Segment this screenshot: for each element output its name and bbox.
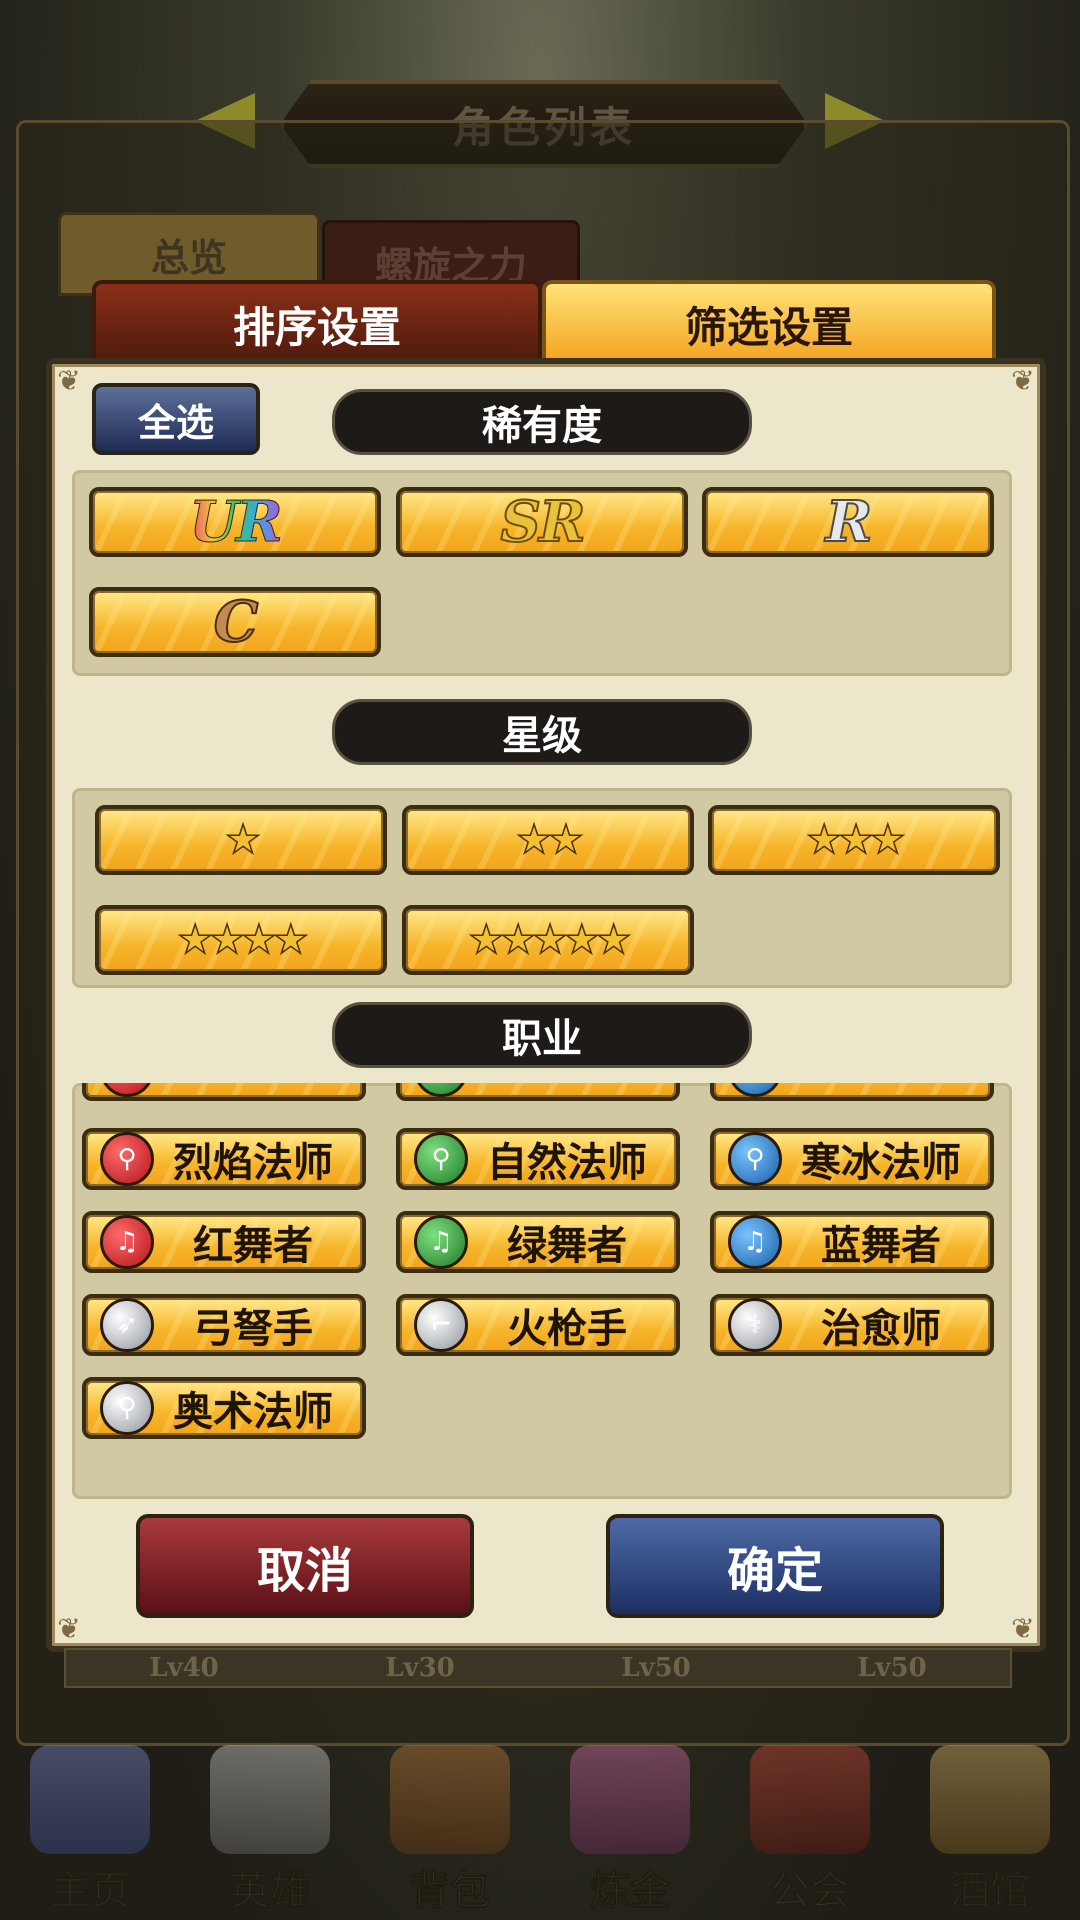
- bottom-navigation: 主页 英雄 背包 炼金 公会 酒馆: [0, 1745, 1080, 1920]
- beer-mug-icon: [930, 1745, 1050, 1854]
- healer-staff-icon: ⚕: [728, 1298, 782, 1352]
- star-options-group: ★ ★★ ★★★ ★★★★ ★★★★★: [72, 788, 1012, 988]
- hero-level-label: Lv30: [385, 1653, 455, 1683]
- corner-ornament-icon: ❦: [57, 364, 81, 397]
- nav-label: 炼金: [590, 1868, 671, 1915]
- star-1-button[interactable]: ★: [95, 805, 387, 875]
- rarity-ur-label: UR: [189, 489, 283, 556]
- red-icon: [100, 1083, 154, 1097]
- helmet-icon: [210, 1745, 330, 1854]
- nav-label: 背包: [410, 1868, 491, 1915]
- corner-ornament-icon: ❦: [1011, 364, 1035, 397]
- star-2-icons: ★★: [515, 816, 584, 864]
- job-label: 寒冰法师: [801, 1140, 961, 1186]
- job-label: 火枪手: [507, 1306, 627, 1352]
- rarity-ur-button[interactable]: UR: [89, 487, 381, 557]
- corner-ornament-icon: ❦: [1011, 1612, 1035, 1645]
- potion-icon: [570, 1745, 690, 1854]
- hero-level-strip: Lv40 Lv30 Lv50 Lv50: [64, 1648, 1012, 1688]
- star-2-button[interactable]: ★★: [402, 805, 694, 875]
- green-lyre-icon: ♫: [414, 1215, 468, 1269]
- nav-heroes[interactable]: 英雄: [190, 1745, 350, 1920]
- nav-label: 公会: [770, 1868, 851, 1915]
- rarity-r-button[interactable]: R: [702, 487, 994, 557]
- arcane-staff-icon: ⚲: [100, 1381, 154, 1435]
- star-5-button[interactable]: ★★★★★: [402, 905, 694, 975]
- nav-tavern[interactable]: 酒馆: [910, 1745, 1070, 1920]
- green-staff-icon: ⚲: [414, 1132, 468, 1186]
- job-healer-button[interactable]: ⚕ 治愈师: [710, 1294, 994, 1356]
- confirm-button[interactable]: 确定: [606, 1514, 944, 1618]
- job-ice-mage-button[interactable]: ⚲ 寒冰法师: [710, 1128, 994, 1190]
- blue-lyre-icon: ♫: [728, 1215, 782, 1269]
- job-label: 奥术法师: [173, 1389, 333, 1435]
- nav-bag[interactable]: 背包: [370, 1745, 530, 1920]
- castle-icon: [30, 1745, 150, 1854]
- musket-icon: ⌐: [414, 1298, 468, 1352]
- job-flame-mage-button[interactable]: ⚲ 烈焰法师: [82, 1128, 366, 1190]
- tab-sort-settings[interactable]: 排序设置: [92, 280, 542, 364]
- tab-filter-settings[interactable]: 筛选设置: [542, 280, 996, 364]
- hero-level-label: Lv50: [857, 1653, 927, 1683]
- job-green-dancer-button[interactable]: ♫ 绿舞者: [396, 1211, 680, 1273]
- cancel-button[interactable]: 取消: [136, 1514, 474, 1618]
- star-5-icons: ★★★★★: [468, 916, 633, 964]
- job-options-scroll-area[interactable]: ⚲ 烈焰法师 ⚲ 自然法师 ⚲ 寒冰法师 ♫ 红舞者 ♫ 绿舞者 ♫ 蓝舞者 ➶…: [72, 1083, 1006, 1493]
- hero-level-label: Lv40: [149, 1653, 219, 1683]
- star-4-button[interactable]: ★★★★: [95, 905, 387, 975]
- nav-label: 英雄: [230, 1868, 311, 1915]
- job-label: 蓝舞者: [821, 1223, 941, 1269]
- job-nature-mage-button[interactable]: ⚲ 自然法师: [396, 1128, 680, 1190]
- rarity-sr-label: SR: [500, 488, 587, 556]
- star-3-icons: ★★★: [805, 816, 906, 864]
- select-all-button[interactable]: 全选: [92, 383, 260, 455]
- nav-label: 主页: [50, 1868, 131, 1915]
- job-arcane-mage-button[interactable]: ⚲ 奥术法师: [82, 1377, 366, 1439]
- nav-alchemy[interactable]: 炼金: [550, 1745, 710, 1920]
- star-4-icons: ★★★★: [177, 916, 310, 964]
- job-gunner-button[interactable]: ⌐ 火枪手: [396, 1294, 680, 1356]
- green-icon: [414, 1083, 468, 1097]
- job-blue-dancer-button[interactable]: ♫ 蓝舞者: [710, 1211, 994, 1273]
- rarity-sr-button[interactable]: SR: [396, 487, 688, 557]
- nav-guild[interactable]: 公会: [730, 1745, 890, 1920]
- bow-icon: ➶: [100, 1298, 154, 1352]
- job-partial-button[interactable]: [396, 1083, 680, 1101]
- job-partial-button[interactable]: [82, 1083, 366, 1101]
- hero-level-label: Lv50: [621, 1653, 691, 1683]
- job-partial-button[interactable]: [710, 1083, 994, 1101]
- job-label: 自然法师: [487, 1140, 647, 1186]
- job-section-title: 职业: [332, 1002, 752, 1068]
- rarity-options-group: UR SR R C: [72, 470, 1012, 676]
- job-label: 绿舞者: [507, 1223, 627, 1269]
- shield-icon: [750, 1745, 870, 1854]
- red-lyre-icon: ♫: [100, 1215, 154, 1269]
- backpack-icon: [390, 1745, 510, 1854]
- red-staff-icon: ⚲: [100, 1132, 154, 1186]
- star-1-icons: ★: [224, 816, 261, 864]
- job-label: 烈焰法师: [173, 1140, 333, 1186]
- job-label: 治愈师: [821, 1306, 941, 1352]
- job-archer-button[interactable]: ➶ 弓弩手: [82, 1294, 366, 1356]
- star-3-button[interactable]: ★★★: [708, 805, 1000, 875]
- star-section-title: 星级: [332, 699, 752, 765]
- job-red-dancer-button[interactable]: ♫ 红舞者: [82, 1211, 366, 1273]
- blue-icon: [728, 1083, 782, 1097]
- job-label: 弓弩手: [193, 1306, 313, 1352]
- rarity-section-title: 稀有度: [332, 389, 752, 455]
- rarity-r-label: R: [825, 488, 874, 556]
- nav-label: 酒馆: [950, 1868, 1031, 1915]
- rarity-c-label: C: [213, 588, 260, 656]
- blue-staff-icon: ⚲: [728, 1132, 782, 1186]
- rarity-c-button[interactable]: C: [89, 587, 381, 657]
- corner-ornament-icon: ❦: [57, 1612, 81, 1645]
- job-label: 红舞者: [193, 1223, 313, 1269]
- nav-home[interactable]: 主页: [10, 1745, 170, 1920]
